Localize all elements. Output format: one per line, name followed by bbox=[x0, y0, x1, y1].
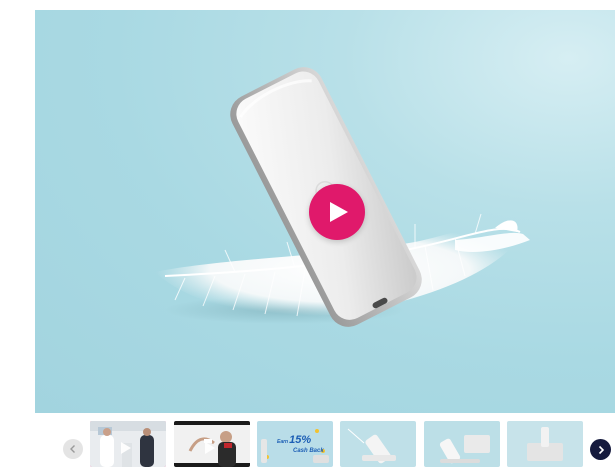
thumbnail-image bbox=[340, 421, 416, 467]
chevron-right-icon bbox=[598, 445, 604, 454]
thumbnail-next-button[interactable] bbox=[590, 439, 611, 460]
thumbnail-play-icon bbox=[205, 442, 215, 454]
thumbnail-image bbox=[424, 421, 500, 467]
thumbnail-image-3[interactable]: Earn15% Cash Back bbox=[257, 421, 333, 467]
thumbnail-video-2[interactable] bbox=[174, 421, 250, 467]
product-media-gallery: Earn15% Cash Back bbox=[0, 0, 615, 467]
thumbnail-image bbox=[507, 421, 583, 467]
thumbnail-play-icon bbox=[121, 442, 131, 454]
play-icon bbox=[330, 202, 348, 222]
main-video-viewer[interactable] bbox=[35, 10, 615, 413]
play-button[interactable] bbox=[309, 184, 365, 240]
chevron-left-icon bbox=[70, 445, 75, 453]
promo-text: Earn15% Cash Back bbox=[277, 434, 324, 455]
thumbnail-image-6[interactable] bbox=[507, 421, 583, 467]
thumbnail-video-1[interactable] bbox=[90, 421, 166, 467]
thumbnail-prev-button[interactable] bbox=[63, 439, 83, 459]
thumbnail-image-5[interactable] bbox=[424, 421, 500, 467]
thumbnail-image-4[interactable] bbox=[340, 421, 416, 467]
thumbnail-strip: Earn15% Cash Back bbox=[0, 418, 615, 467]
